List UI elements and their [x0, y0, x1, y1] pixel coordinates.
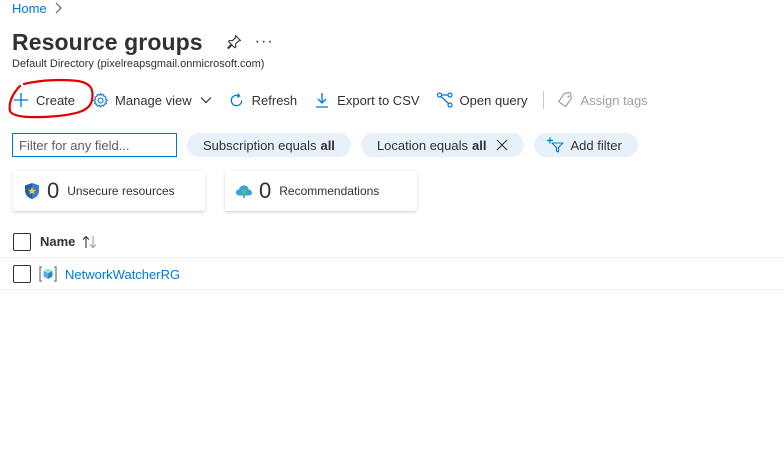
- chevron-down-icon: [200, 97, 212, 104]
- create-button[interactable]: Create: [12, 88, 75, 112]
- add-filter-button[interactable]: Add filter: [534, 133, 638, 157]
- open-query-label: Open query: [459, 92, 528, 108]
- summary-cards: 0 Unsecure resources 0 Recommendations: [13, 171, 437, 211]
- recommendations-count: 0: [259, 178, 272, 203]
- shield-icon: [23, 182, 41, 200]
- export-csv-button[interactable]: Export to CSV: [313, 88, 420, 112]
- tag-icon: [556, 91, 574, 109]
- resource-group-link[interactable]: NetworkWatcherRG: [65, 267, 180, 282]
- row-checkbox[interactable]: [13, 265, 31, 283]
- subscription-filter-value: all: [320, 137, 335, 153]
- location-filter-pill[interactable]: Location equals all: [360, 133, 525, 157]
- column-name-label: Name: [40, 234, 76, 249]
- add-filter-icon: [547, 137, 565, 153]
- unsecure-resources-label: Unsecure resources: [67, 184, 175, 198]
- export-csv-label: Export to CSV: [337, 92, 420, 108]
- chevron-right-icon: [55, 2, 62, 14]
- breadcrumb: Home: [12, 0, 63, 16]
- assign-tags-label: Assign tags: [580, 92, 648, 108]
- filter-input[interactable]: [12, 133, 177, 157]
- toolbar-divider: [543, 91, 545, 109]
- recommendations-label: Recommendations: [279, 184, 380, 198]
- subscription-filter-label: Subscription equals: [203, 137, 317, 153]
- open-query-button[interactable]: Open query: [436, 88, 528, 112]
- location-filter-label: Location equals: [376, 137, 469, 153]
- advisor-icon: [235, 182, 253, 200]
- refresh-button[interactable]: Refresh: [228, 88, 298, 112]
- page-title: Resource groups: [12, 28, 203, 55]
- table-row[interactable]: NetworkWatcherRG: [0, 259, 784, 290]
- assign-tags-button[interactable]: Assign tags: [556, 88, 648, 112]
- manage-view-button[interactable]: Manage view: [91, 88, 212, 112]
- title-row: Resource groups ···: [12, 26, 274, 58]
- close-icon[interactable]: [496, 139, 508, 151]
- create-label: Create: [36, 92, 76, 108]
- select-all-checkbox[interactable]: [13, 232, 31, 251]
- column-header-name[interactable]: Name: [40, 234, 99, 249]
- refresh-label: Refresh: [251, 92, 298, 108]
- subscription-filter-pill[interactable]: Subscription equals all: [187, 133, 351, 157]
- directory-subtitle: Default Directory (pixelreapsgmail.onmic…: [12, 58, 265, 70]
- plus-icon: [12, 91, 30, 109]
- filter-bar: Subscription equals all Location equals …: [12, 133, 638, 157]
- grid-header: Name: [0, 226, 784, 258]
- resource-group-icon: [39, 265, 57, 283]
- unsecure-resources-card[interactable]: 0 Unsecure resources: [13, 171, 205, 211]
- breadcrumb-home-link[interactable]: Home: [12, 1, 47, 16]
- sort-icon[interactable]: [81, 235, 99, 249]
- gear-icon: [91, 91, 109, 109]
- more-options-icon[interactable]: ···: [255, 33, 274, 51]
- command-bar: Create Manage view Refresh Export to CSV…: [12, 88, 664, 112]
- location-filter-value: all: [472, 137, 487, 153]
- manage-view-label: Manage view: [115, 92, 192, 108]
- pin-icon[interactable]: [223, 31, 245, 53]
- query-icon: [436, 91, 454, 109]
- download-icon: [313, 91, 331, 109]
- refresh-icon: [228, 91, 246, 109]
- recommendations-card[interactable]: 0 Recommendations: [225, 171, 417, 211]
- unsecure-resources-count: 0: [47, 178, 60, 203]
- add-filter-label: Add filter: [570, 137, 622, 153]
